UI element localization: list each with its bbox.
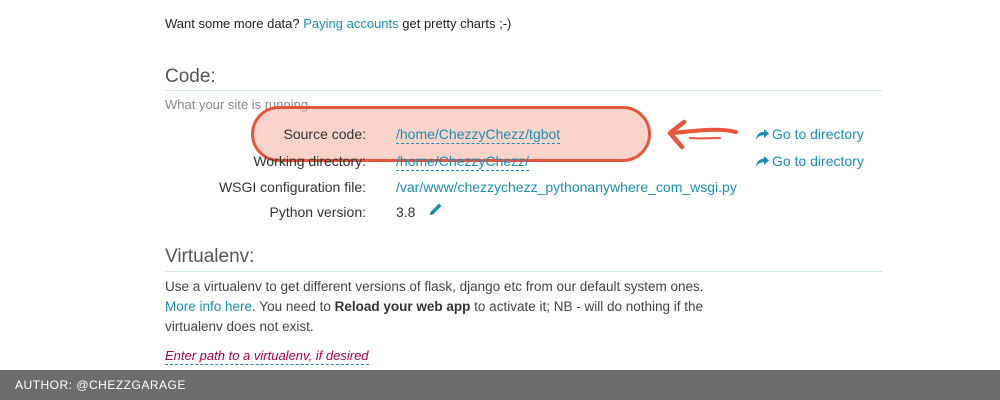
go-to-directory-label: Go to directory — [772, 126, 864, 142]
virtualenv-section-title: Virtualenv: — [165, 246, 255, 267]
share-arrow-icon — [755, 128, 770, 141]
python-version-value: 3.8 — [396, 204, 416, 220]
virtualenv-line3: virtualenv does not exist. — [165, 319, 314, 334]
virtualenv-line2-end: to activate it; NB - will do nothing if … — [470, 299, 704, 314]
virtualenv-description: Use a virtualenv to get different versio… — [165, 277, 765, 337]
pencil-icon[interactable] — [428, 201, 444, 222]
source-code-label: Source code: — [283, 126, 367, 142]
promo-text: Want some more data? Paying accounts get… — [165, 16, 511, 31]
wsgi-config-link[interactable]: /var/www/chezzychezz_pythonanywhere_com_… — [396, 179, 737, 195]
annotation-arrow-icon — [660, 118, 738, 159]
more-info-link[interactable]: More info here — [165, 299, 252, 314]
python-version-label: Python version: — [269, 204, 367, 220]
share-arrow-icon — [755, 155, 770, 168]
virtualenv-path-input[interactable]: Enter path to a virtualenv, if desired — [165, 348, 369, 365]
wsgi-config-label: WSGI configuration file: — [218, 179, 366, 195]
working-directory-value[interactable]: /home/ChezzyChezz/ — [396, 153, 530, 171]
code-section-title: Code: — [165, 66, 216, 87]
virtualenv-line1: Use a virtualenv to get different versio… — [165, 279, 704, 294]
code-section-divider — [165, 90, 882, 91]
promo-suffix: get pretty charts ;-) — [398, 16, 512, 31]
paying-accounts-link[interactable]: Paying accounts — [303, 16, 398, 31]
go-to-directory-label: Go to directory — [772, 153, 864, 169]
virtualenv-line2-mid: . You need to — [252, 299, 335, 314]
promo-prefix: Want some more data? — [165, 16, 304, 31]
author-credit: AUTHOR: @CHEZZGARAGE — [15, 378, 186, 392]
source-code-value[interactable]: /home/ChezzyChezz/tgbot — [396, 126, 561, 144]
working-directory-label: Working directory: — [253, 153, 366, 169]
working-directory-goto-button[interactable]: Go to directory — [755, 153, 864, 169]
virtualenv-line2: More info here. You need to Reload your … — [165, 297, 765, 317]
author-footer: AUTHOR: @CHEZZGARAGE — [0, 370, 1000, 400]
source-code-goto-button[interactable]: Go to directory — [755, 126, 864, 142]
virtualenv-section-divider — [165, 271, 882, 272]
reload-web-app-text: Reload your web app — [334, 299, 471, 314]
